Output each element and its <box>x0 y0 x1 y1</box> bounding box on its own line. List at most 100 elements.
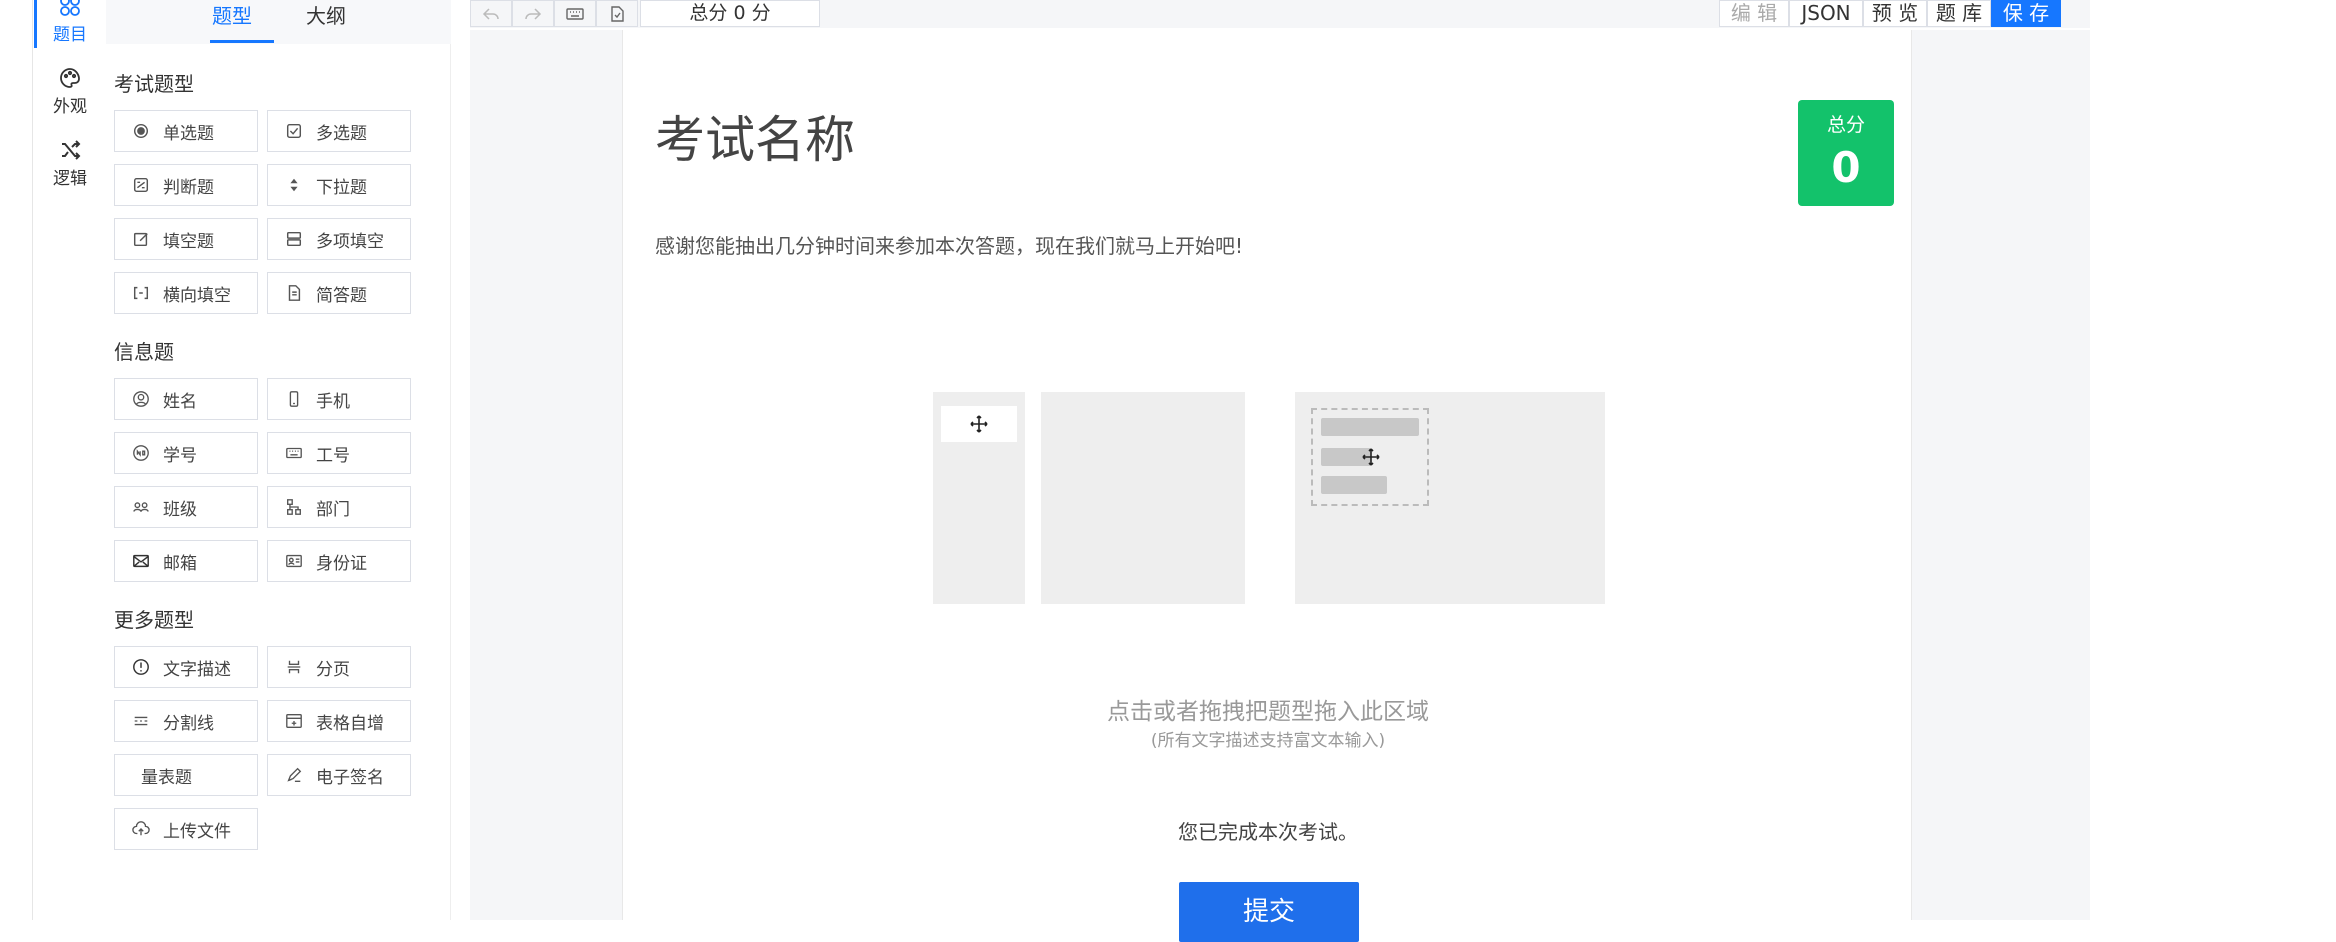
tab-question-types[interactable]: 题型 <box>212 0 252 40</box>
component-text-description[interactable]: 文字描述 <box>114 646 258 688</box>
checkbox-icon <box>286 123 302 139</box>
exam-title[interactable]: 考试名称 <box>655 100 855 172</box>
component-employee-id[interactable]: 工号 <box>267 432 411 474</box>
rail-item-label: 逻辑 <box>53 169 87 189</box>
section-title: 考试题型 <box>114 72 194 96</box>
component-email[interactable]: 邮箱 <box>114 540 258 582</box>
component-name[interactable]: 姓名 <box>114 378 258 420</box>
keyboard-icon <box>566 7 584 20</box>
component-label: 分割线 <box>163 713 214 734</box>
component-multi-choice[interactable]: 多选题 <box>267 110 411 152</box>
component-dropdown[interactable]: 下拉题 <box>267 164 411 206</box>
page-break-icon <box>287 660 301 674</box>
component-fill-blank[interactable]: 填空题 <box>114 218 258 260</box>
multi-fill-icon <box>286 231 302 247</box>
editor-toolbar: 总分 0 分 编 辑 JSON 预 览 题 库 保 存 <box>470 0 2090 28</box>
redo-button[interactable] <box>512 0 554 27</box>
radio-icon <box>133 123 149 139</box>
group-icon <box>133 502 149 512</box>
palette-icon <box>60 68 80 88</box>
rail-item-questions[interactable]: 题目 <box>34 0 106 45</box>
component-judge[interactable]: 判断题 <box>114 164 258 206</box>
component-phone[interactable]: 手机 <box>267 378 411 420</box>
json-button[interactable]: JSON <box>1789 0 1863 27</box>
component-short-answer[interactable]: 简答题 <box>267 272 411 314</box>
question-icon <box>60 0 80 16</box>
component-upload-file[interactable]: 上传文件 <box>114 808 258 850</box>
component-label: 填空题 <box>163 231 214 252</box>
component-label: 手机 <box>316 391 350 412</box>
upload-icon <box>132 821 150 836</box>
rail-item-appearance[interactable]: 外观 <box>34 66 106 117</box>
undo-icon <box>482 7 499 20</box>
completion-text[interactable]: 您已完成本次考试。 <box>623 816 1913 845</box>
bracket-icon <box>133 286 149 300</box>
component-label: 身份证 <box>316 553 367 574</box>
illustration-drag-item <box>941 406 1017 442</box>
component-scale[interactable]: 量表题 <box>114 754 258 796</box>
submit-button[interactable]: 提交 <box>1179 882 1359 942</box>
component-id-card[interactable]: 身份证 <box>267 540 411 582</box>
component-label: 下拉题 <box>316 177 367 198</box>
component-label: 上传文件 <box>163 821 231 842</box>
score-badge-label: 总分 <box>1826 114 1865 136</box>
undo-button[interactable] <box>470 0 512 27</box>
panel-tabs: 题型 大纲 <box>106 0 451 44</box>
edit-button[interactable]: 编 辑 <box>1719 0 1789 27</box>
rail-item-logic[interactable]: 逻辑 <box>34 138 106 189</box>
info-icon <box>133 659 149 675</box>
keyboard-button[interactable] <box>554 0 596 27</box>
question-bank-button[interactable]: 题 库 <box>1927 0 1991 27</box>
score-badge-value: 0 <box>1831 143 1861 192</box>
clipped-sidebar <box>0 0 33 920</box>
component-label: 表格自增 <box>316 713 384 734</box>
sort-icon <box>290 178 298 192</box>
score-badge: 总分 0 <box>1798 100 1894 206</box>
component-class[interactable]: 班级 <box>114 486 258 528</box>
component-label: 部门 <box>316 499 350 520</box>
component-label: 文字描述 <box>163 659 231 680</box>
component-label: 量表题 <box>141 767 192 788</box>
edit-icon <box>133 232 148 247</box>
tab-underline <box>210 40 274 43</box>
component-label: 学号 <box>163 445 197 466</box>
component-label: 班级 <box>163 499 197 520</box>
icon-rail: 题目 外观 逻辑 <box>34 0 106 920</box>
user-icon <box>133 391 149 407</box>
component-single-choice[interactable]: 单选题 <box>114 110 258 152</box>
component-department[interactable]: 部门 <box>267 486 411 528</box>
import-icon <box>611 5 624 22</box>
component-divider[interactable]: 分割线 <box>114 700 258 742</box>
total-score-display: 总分 0 分 <box>640 0 820 27</box>
mail-icon <box>133 554 149 568</box>
org-icon <box>287 499 301 515</box>
clipped-glyph <box>0 32 10 46</box>
move-icon <box>970 415 988 433</box>
import-button[interactable] <box>596 0 638 27</box>
id-card-icon <box>286 554 302 568</box>
component-page-break[interactable]: 分页 <box>267 646 411 688</box>
component-inline-fill[interactable]: 横向填空 <box>114 272 258 314</box>
rail-item-label: 题目 <box>53 25 87 45</box>
rail-item-label: 外观 <box>53 97 87 117</box>
component-label: 邮箱 <box>163 553 197 574</box>
preview-button[interactable]: 预 览 <box>1863 0 1927 27</box>
component-label: 姓名 <box>163 391 197 412</box>
component-student-id[interactable]: 学号 <box>114 432 258 474</box>
component-multi-fill[interactable]: 多项填空 <box>267 218 411 260</box>
component-panel: 题型 大纲 考试题型 单选题 多选题 判断题 下拉题 填空题 多项填空 横向填空… <box>106 0 451 920</box>
save-button[interactable]: 保 存 <box>1991 0 2061 27</box>
component-label: 横向填空 <box>163 285 231 306</box>
component-label: 简答题 <box>316 285 367 306</box>
component-table-auto[interactable]: 表格自增 <box>267 700 411 742</box>
exam-intro[interactable]: 感谢您能抽出几分钟时间来参加本次答题，现在我们就马上开始吧! <box>655 230 1243 259</box>
component-e-signature[interactable]: 电子签名 <box>267 754 411 796</box>
pen-icon <box>287 767 302 782</box>
component-label: 分页 <box>316 659 350 680</box>
drop-hint: 点击或者拖拽把题型拖入此区域 <box>1107 699 1429 725</box>
table-add-icon <box>286 714 302 728</box>
judge-icon <box>133 177 149 193</box>
illustration-panel <box>1041 392 1245 604</box>
phone-icon <box>289 391 299 407</box>
tab-outline[interactable]: 大纲 <box>306 0 346 40</box>
